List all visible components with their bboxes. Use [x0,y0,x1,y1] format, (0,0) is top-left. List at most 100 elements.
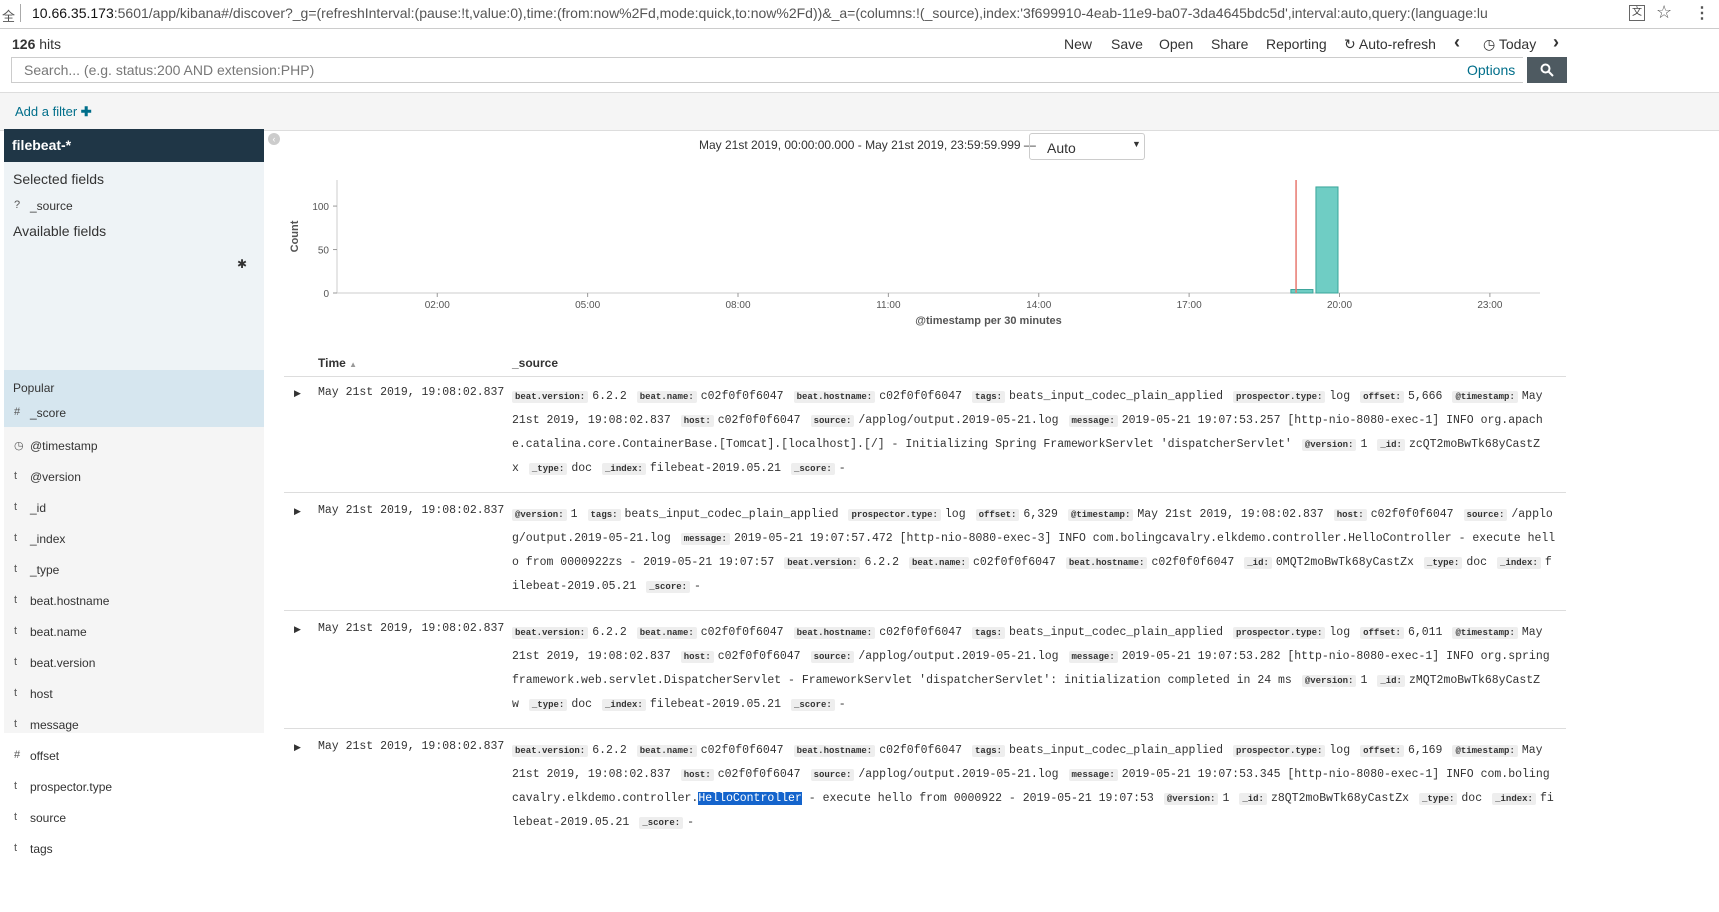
field-key: tags: [972,391,1006,403]
field-value: - [694,580,701,593]
field-value: 0MQT2moBwTk68yCastZx [1275,556,1414,569]
histogram-chart: 0 50 100 02:00 05:00 08:00 11:00 14:00 17:00 20:0… [289,180,1540,327]
chevron-down-icon: ▼ [1132,139,1141,149]
field-item-score[interactable]: # _score [4,406,264,426]
time-next-button[interactable]: › [1553,32,1559,53]
field-value: c02f0f0f6047 [1370,508,1454,521]
field-key: prospector.type: [1232,745,1326,757]
field-key: prospector.type: [1232,627,1326,639]
field-key: beat.version: [784,557,861,569]
field-item[interactable]: t prospector.type [4,780,264,800]
interval-select[interactable]: Auto ▼ [1029,133,1145,160]
field-item[interactable]: t _type [4,563,264,583]
field-item[interactable]: ◷ @timestamp [4,439,264,459]
gear-icon[interactable]: ✱ [237,257,247,271]
x-tick-label: 08:00 [725,300,750,311]
field-type-icon: t [14,470,18,482]
field-key: beat.version: [512,745,589,757]
index-pattern-title[interactable]: filebeat-* [4,129,264,162]
field-key: message: [1068,415,1118,427]
url-input[interactable]: 10.66.35.173:5601/app/kibana#/discover?_… [32,5,1487,21]
field-value: log [1329,626,1351,639]
field-key: @version: [1301,675,1357,687]
field-key: offset: [1360,391,1404,403]
time-picker-button[interactable]: ◷ Today [1483,36,1536,53]
field-type-icon: t [14,532,18,544]
expand-row-icon[interactable]: ▶ [294,624,301,635]
row-divider [284,610,1566,611]
field-item[interactable]: t beat.hostname [4,594,264,614]
expand-row-icon[interactable]: ▶ [294,742,301,753]
field-value: log [1329,390,1351,403]
field-name: prospector.type [30,780,113,794]
expand-row-icon[interactable]: ▶ [294,506,301,517]
open-button[interactable]: Open [1159,36,1193,52]
field-item[interactable]: t beat.name [4,625,264,645]
field-value: 1 [570,508,578,521]
column-header-time[interactable]: Time ▲ [318,356,357,370]
field-key: _index: [602,463,646,475]
field-value: beats_input_codec_plain_applied [624,508,839,521]
field-value: beats_input_codec_plain_applied [1009,626,1223,639]
search-button[interactable] [1527,57,1567,83]
field-value: 6.2.2 [592,744,627,757]
share-button[interactable]: Share [1211,36,1248,52]
add-filter-button[interactable]: Add a filter ✚ [15,104,92,120]
field-item[interactable]: t source [4,811,264,831]
popular-fields-section: Popular # _score [4,370,264,427]
field-item-source[interactable]: ? _source [4,199,264,219]
field-key: source: [810,769,855,781]
field-item[interactable]: t _index [4,532,264,552]
field-key: beat.name: [636,627,697,639]
search-input[interactable] [11,57,1523,83]
histogram-bar [1315,186,1339,294]
expand-row-icon[interactable]: ▶ [294,388,301,399]
selected-fields-section: Selected fields ? _source Available fiel… [4,162,264,370]
highlighted-text: HelloController [698,792,802,805]
row-timestamp: May 21st 2019, 19:08:02.837 [318,386,505,399]
field-type-icon: # [14,406,21,418]
field-key: _id: [1377,439,1405,451]
field-item[interactable]: t _id [4,501,264,521]
auto-refresh-button[interactable]: ↻ Auto-refresh [1344,36,1436,53]
field-key: beat.name: [908,557,969,569]
url-path: :5601/app/kibana#/discover?_g=(refreshIn… [113,5,1487,21]
field-name: _index [30,532,66,546]
translate-icon[interactable]: 文 [1629,5,1645,21]
field-type-icon: t [14,687,18,699]
field-key: source: [810,415,855,427]
save-button[interactable]: Save [1111,36,1143,52]
search-bar: Options [0,57,1719,91]
field-item[interactable]: # offset [4,749,264,769]
field-item[interactable]: t tags [4,842,264,862]
field-key: tags: [972,627,1006,639]
table-header-divider [284,376,1566,377]
field-key: message: [680,533,730,545]
field-item[interactable]: t beat.version [4,656,264,676]
histogram-bar [1290,289,1314,294]
field-key: _id: [1239,793,1267,805]
refresh-icon: ↻ [1344,36,1356,52]
field-item[interactable]: t message [4,718,264,738]
field-item[interactable]: t @version [4,470,264,490]
new-button[interactable]: New [1064,36,1092,52]
field-value: May 21st 2019, 19:08:02.837 [1137,508,1324,521]
field-value: 6,169 [1407,744,1443,757]
time-prev-button[interactable]: ‹ [1454,32,1460,53]
available-fields-list: ◷ @timestamp t @version t _id t _index t _type t be… [4,427,264,856]
browser-menu-icon[interactable]: ⋮ [1694,3,1710,23]
field-key: message: [1068,651,1118,663]
field-key: _id: [1377,675,1405,687]
field-value: log [944,508,966,521]
field-name: offset [30,749,60,763]
field-value: doc [1461,792,1483,805]
reporting-button[interactable]: Reporting [1266,36,1327,52]
field-type-icon: t [14,842,18,854]
collapse-sidebar-icon[interactable]: ‹ [268,133,280,145]
field-item[interactable]: t host [4,687,264,707]
y-tick-label: 100 [312,202,329,213]
field-value: filebeat-2019.05.21 [649,698,781,711]
options-link[interactable]: Options [1467,62,1515,78]
bookmark-star-icon[interactable]: ☆ [1656,2,1672,23]
field-name: _type [30,563,60,577]
